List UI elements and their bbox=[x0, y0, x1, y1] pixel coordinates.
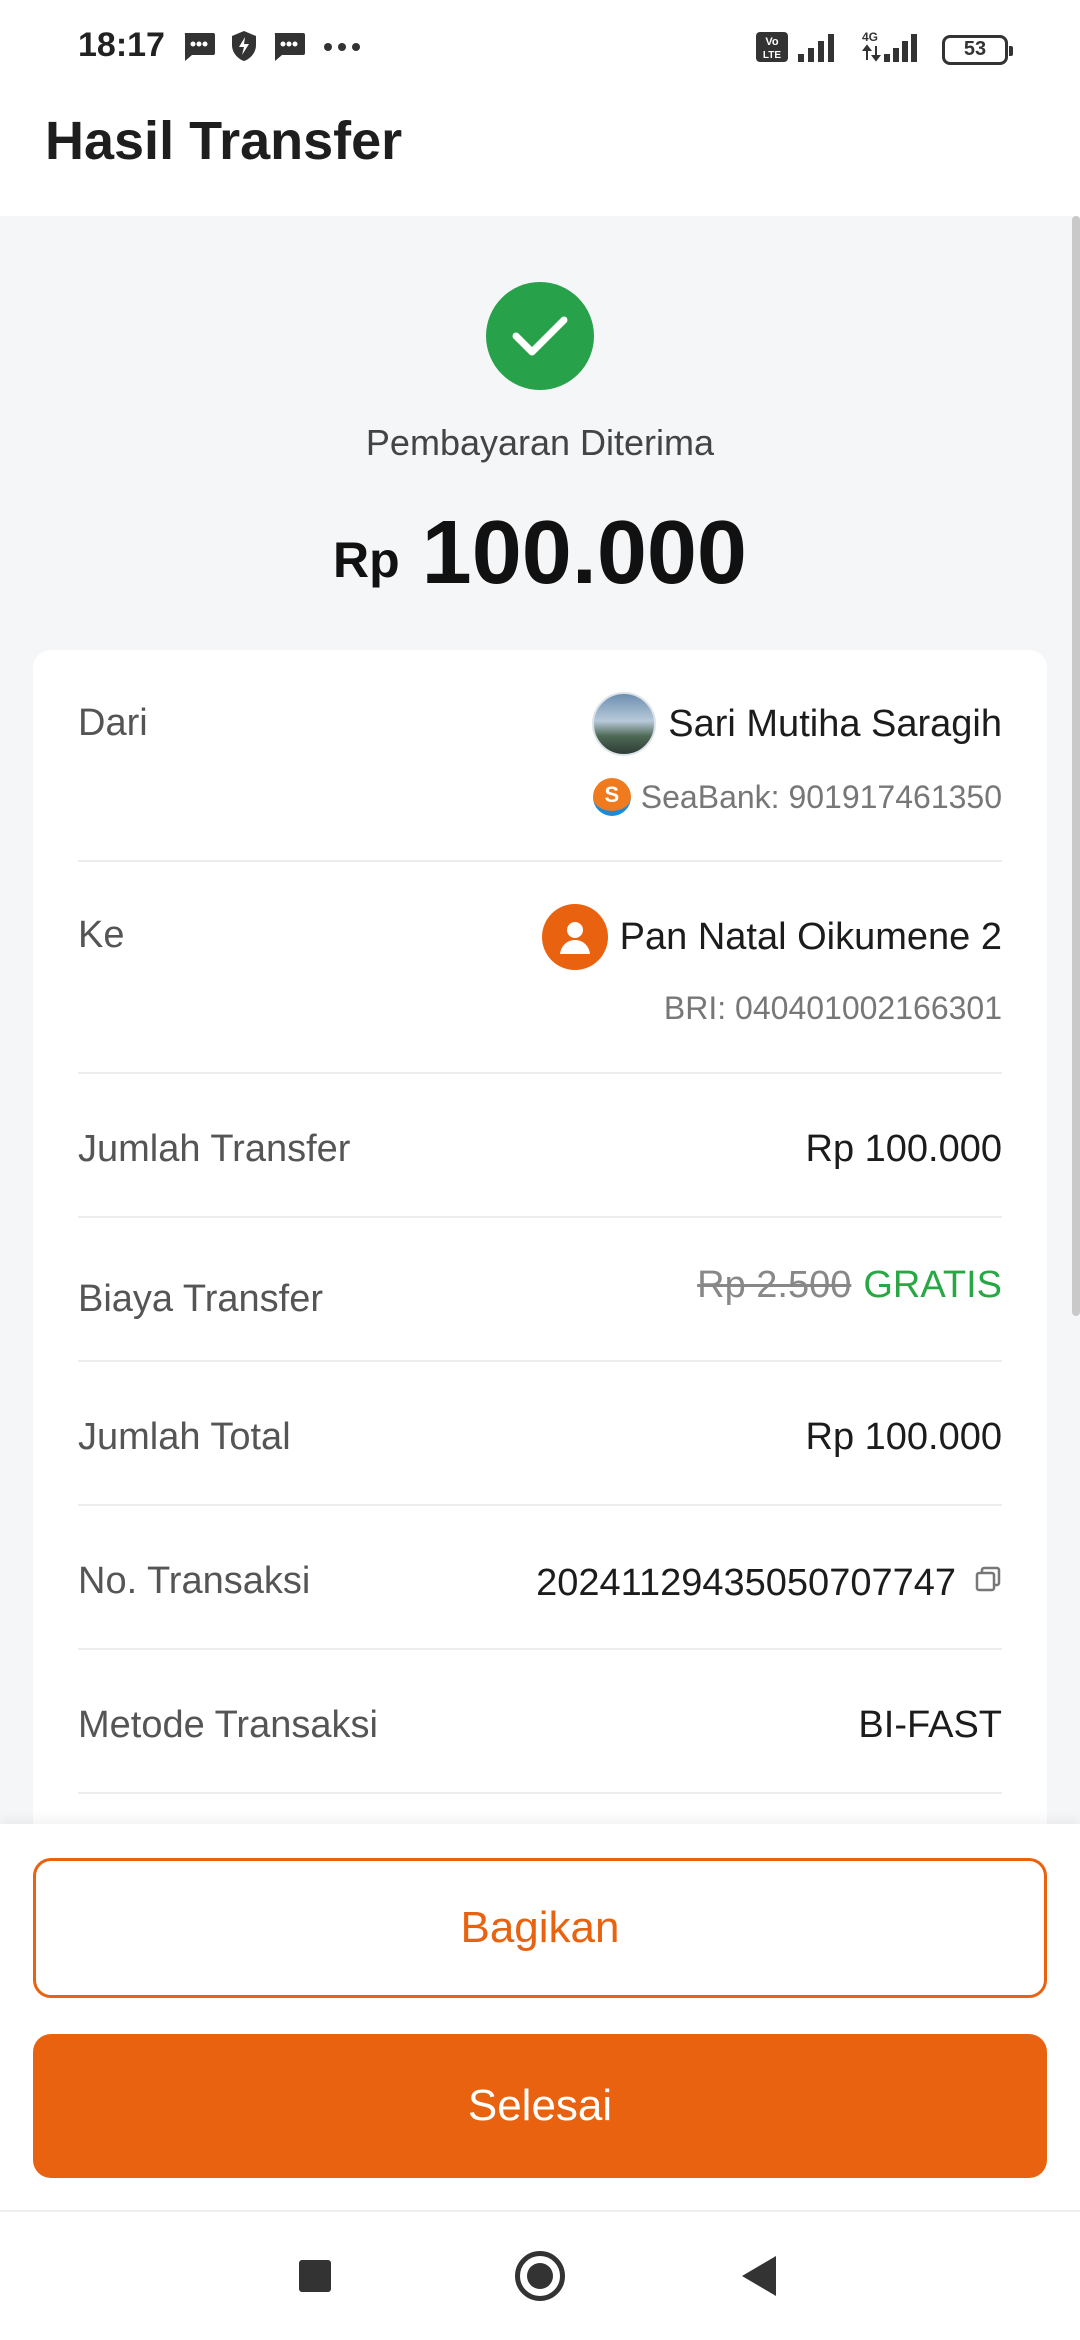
amount-currency: Rp bbox=[333, 532, 400, 588]
total-amount-row: Jumlah Total Rp 100.000 bbox=[78, 1362, 1002, 1506]
more-dots-icon bbox=[320, 31, 364, 66]
from-label: Dari bbox=[78, 702, 148, 744]
to-account: BRI: 040401002166301 bbox=[664, 990, 1002, 1027]
volte-icon: Vo LTE bbox=[756, 30, 840, 69]
recipient-account: BRI: 040401002166301 bbox=[663, 990, 1002, 1026]
from-account: S SeaBank: 901917461350 bbox=[592, 778, 1002, 816]
transfer-fee-value: Rp 2.500 GRATIS bbox=[697, 1264, 1002, 1307]
seabank-logo-icon: S bbox=[592, 778, 631, 816]
bottom-actions: Bagikan Selesai bbox=[0, 1824, 1080, 2210]
notification-icons bbox=[182, 30, 364, 67]
to-row: Ke Pan Natal Oikumene 2 BRI: 04040100216… bbox=[78, 862, 1002, 1074]
user-avatar-icon bbox=[541, 904, 608, 970]
system-nav-bar bbox=[0, 2210, 1080, 2340]
share-button[interactable]: Bagikan bbox=[33, 1858, 1047, 1998]
success-check-icon bbox=[486, 282, 594, 390]
message-icon bbox=[182, 31, 216, 66]
transaction-number: 20241129435050707747 bbox=[536, 1562, 956, 1604]
transaction-number-value: 20241129435050707747 bbox=[536, 1560, 1002, 1605]
transaction-method-label: Metode Transaksi bbox=[78, 1704, 378, 1746]
original-fee: Rp 2.500 bbox=[697, 1264, 852, 1306]
to-label: Ke bbox=[78, 914, 125, 956]
total-amount-value: Rp 100.000 bbox=[805, 1416, 1003, 1458]
app-header: Hasil Transfer bbox=[0, 92, 1080, 216]
from-party: Sari Mutiha Saragih bbox=[592, 692, 1002, 756]
signal-4g-icon: 4G bbox=[860, 30, 922, 69]
transaction-number-row: No. Transaksi 20241129435050707747 bbox=[78, 1506, 1002, 1650]
status-indicators: Vo LTE 4G 53 bbox=[756, 30, 1013, 69]
transfer-fee-label: Biaya Transfer bbox=[78, 1278, 323, 1320]
from-row: Dari Sari Mutiha Saragih S SeaBank: 9019… bbox=[78, 650, 1002, 862]
recents-icon[interactable] bbox=[299, 2260, 331, 2292]
scrollbar[interactable] bbox=[1072, 216, 1080, 1316]
shield-bolt-icon bbox=[230, 30, 258, 67]
page-title: Hasil Transfer bbox=[45, 111, 403, 171]
status-bar: 18:17 Vo LTE 4G 53 bbox=[0, 0, 1080, 92]
payment-status: Pembayaran Diterima bbox=[365, 422, 715, 463]
copy-icon[interactable] bbox=[974, 1560, 1002, 1603]
transaction-method-value: BI-FAST bbox=[858, 1704, 1002, 1746]
to-party: Pan Natal Oikumene 2 bbox=[541, 904, 1002, 970]
status-time: 18:17 bbox=[78, 26, 165, 64]
sender-avatar bbox=[592, 692, 657, 756]
message-icon bbox=[272, 31, 306, 66]
svg-text:LTE: LTE bbox=[763, 50, 781, 61]
svg-text:4G: 4G bbox=[862, 30, 878, 44]
transfer-amount-display: Rp 100.000 bbox=[0, 502, 1080, 605]
recipient-name: Pan Natal Oikumene 2 bbox=[619, 915, 1002, 958]
transaction-details-card: Dari Sari Mutiha Saragih S SeaBank: 9019… bbox=[33, 650, 1047, 1824]
sender-account: SeaBank: 901917461350 bbox=[640, 778, 1002, 815]
amount-value: 100.000 bbox=[421, 503, 747, 603]
svg-text:Vo: Vo bbox=[765, 36, 779, 48]
battery-icon: 53 bbox=[942, 34, 1013, 65]
transfer-fee-row: Biaya Transfer Rp 2.500 GRATIS bbox=[78, 1218, 1002, 1362]
home-icon[interactable] bbox=[515, 2251, 565, 2301]
sender-name: Sari Mutiha Saragih bbox=[668, 702, 1002, 745]
total-amount-label: Jumlah Total bbox=[78, 1416, 291, 1458]
transfer-amount-value: Rp 100.000 bbox=[805, 1128, 1003, 1170]
transaction-method-row: Metode Transaksi BI-FAST bbox=[78, 1650, 1002, 1794]
transfer-result-content[interactable]: Pembayaran Diterima Rp 100.000 Dari Sari … bbox=[0, 216, 1080, 1824]
transaction-number-label: No. Transaksi bbox=[78, 1560, 311, 1602]
back-icon[interactable] bbox=[742, 2256, 776, 2296]
done-button[interactable]: Selesai bbox=[33, 2034, 1047, 2178]
transfer-amount-label: Jumlah Transfer bbox=[78, 1128, 351, 1170]
transfer-amount-row: Jumlah Transfer Rp 100.000 bbox=[78, 1074, 1002, 1218]
free-fee-badge: GRATIS bbox=[863, 1264, 1002, 1306]
